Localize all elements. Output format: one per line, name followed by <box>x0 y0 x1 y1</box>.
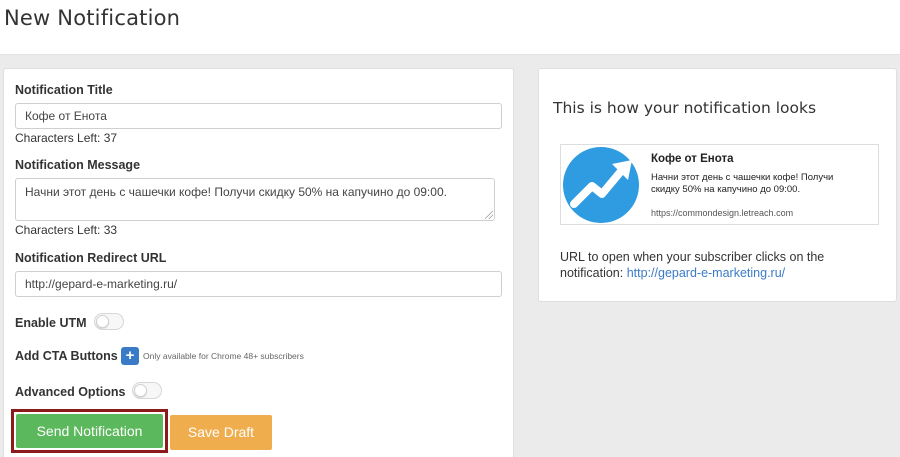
preview-notification-title: Кофе от Енота <box>651 153 734 165</box>
notification-form: Notification Title Characters Left: 37 N… <box>3 68 514 457</box>
send-highlight: Send Notification <box>11 409 168 453</box>
preview-url-prefix: notification: <box>560 266 627 280</box>
message-label: Notification Message <box>15 158 141 172</box>
url-input[interactable] <box>15 271 502 297</box>
preview-heading: This is how your notification looks <box>553 99 817 117</box>
preview-url-text-line2: notification: http://gepard-e-marketing.… <box>560 266 785 280</box>
preview-url-link[interactable]: http://gepard-e-marketing.ru/ <box>627 266 785 280</box>
save-draft-button[interactable]: Save Draft <box>170 415 272 450</box>
utm-label: Enable UTM <box>15 316 87 330</box>
preview-notification-site: https://commondesign.letreach.com <box>651 208 794 218</box>
url-label: Notification Redirect URL <box>15 251 167 265</box>
message-field-wrap: Начни этот день с чашечки кофе! Получи с… <box>15 178 495 221</box>
trending-up-icon <box>563 147 639 223</box>
title-label: Notification Title <box>15 83 113 97</box>
utm-toggle[interactable] <box>94 313 124 330</box>
title-input[interactable] <box>15 103 502 129</box>
page-title: New Notification <box>4 6 181 30</box>
preview-panel: This is how your notification looks Кофе… <box>538 68 897 302</box>
message-chars-left: Characters Left: 33 <box>15 223 118 237</box>
resize-grip-icon[interactable] <box>485 211 493 219</box>
send-notification-button[interactable]: Send Notification <box>16 414 163 448</box>
advanced-label: Advanced Options <box>15 385 126 399</box>
cta-label: Add CTA Buttons <box>15 349 118 363</box>
toggle-knob <box>96 315 109 328</box>
notification-preview: Кофе от Енота Начни этот день с чашечки … <box>560 144 879 225</box>
preview-notification-body: Начни этот день с чашечки кофе! Получи с… <box>651 172 834 195</box>
toggle-knob <box>134 384 147 397</box>
plus-icon[interactable]: + <box>121 347 139 365</box>
page-header: New Notification <box>0 0 900 55</box>
preview-url-text-line1: URL to open when your subscriber clicks … <box>560 250 825 264</box>
message-textarea[interactable]: Начни этот день с чашечки кофе! Получи с… <box>15 178 495 221</box>
title-chars-left: Characters Left: 37 <box>15 131 118 145</box>
cta-note: Only available for Chrome 48+ subscriber… <box>143 351 304 361</box>
advanced-toggle[interactable] <box>132 382 162 399</box>
